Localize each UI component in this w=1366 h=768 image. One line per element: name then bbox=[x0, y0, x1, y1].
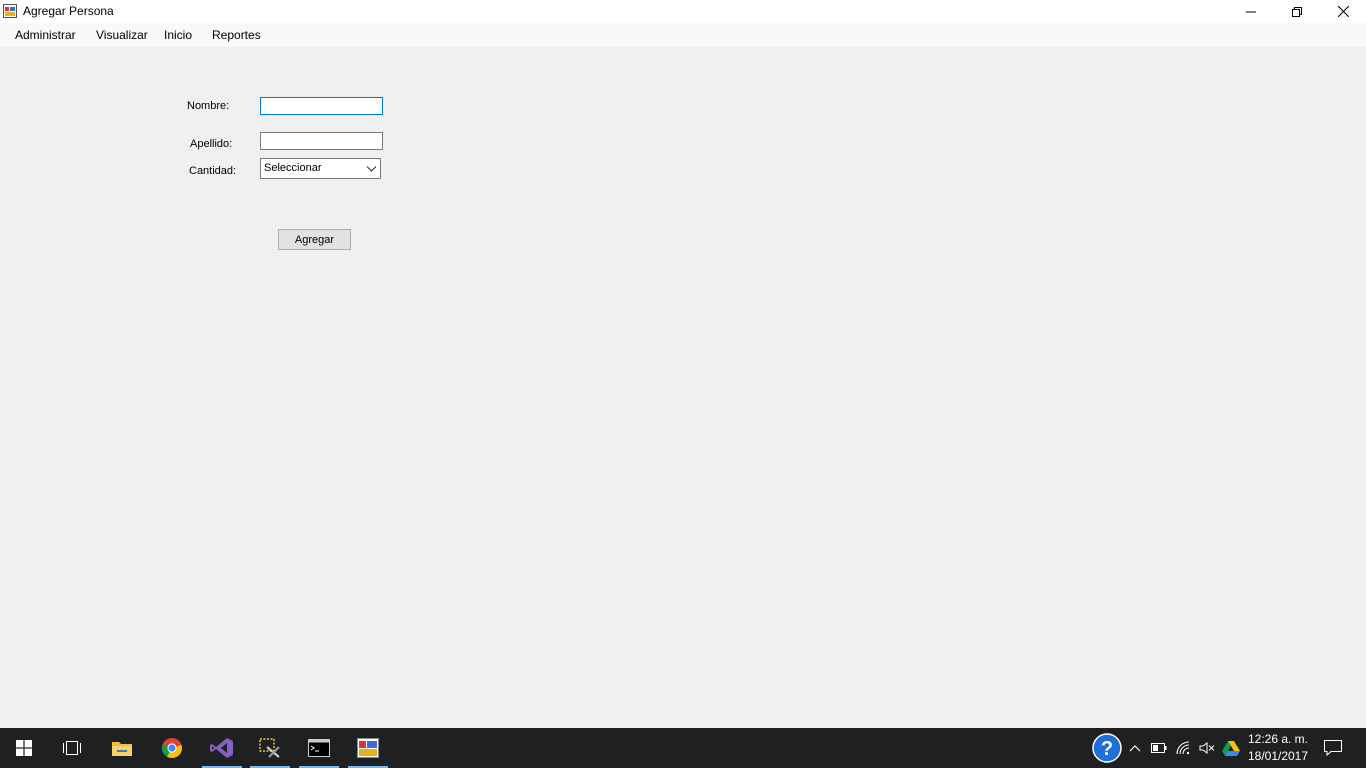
nombre-input[interactable] bbox=[260, 97, 383, 115]
windows-start-icon bbox=[16, 740, 32, 756]
taskbar-tools-app[interactable] bbox=[246, 728, 294, 768]
minimize-icon bbox=[1246, 11, 1256, 12]
tray-help[interactable]: ? bbox=[1090, 728, 1124, 768]
title-bar: Agregar Persona bbox=[0, 0, 1366, 23]
tray-battery[interactable] bbox=[1148, 728, 1170, 768]
form-client-area: Nombre: Apellido: Cantidad: Seleccionar … bbox=[0, 47, 1366, 728]
taskbar-file-explorer[interactable] bbox=[98, 728, 146, 768]
minimize-button[interactable] bbox=[1228, 0, 1274, 23]
agregar-button[interactable]: Agregar bbox=[278, 229, 351, 250]
tray-show-hidden[interactable] bbox=[1126, 728, 1144, 768]
help-icon: ? bbox=[1092, 733, 1122, 763]
cantidad-select[interactable]: Seleccionar bbox=[260, 158, 381, 179]
chrome-icon bbox=[161, 738, 182, 759]
tray-action-center[interactable] bbox=[1318, 728, 1348, 768]
cantidad-label: Cantidad: bbox=[189, 165, 237, 177]
volume-muted-icon bbox=[1199, 742, 1215, 754]
file-explorer-icon bbox=[112, 742, 132, 756]
form-app-icon bbox=[357, 738, 379, 758]
close-button[interactable] bbox=[1320, 0, 1366, 23]
restore-button[interactable] bbox=[1274, 0, 1320, 23]
apellido-label: Apellido: bbox=[190, 138, 233, 150]
wifi-icon bbox=[1176, 741, 1190, 755]
menu-item-inicio[interactable]: Inicio bbox=[164, 28, 192, 42]
clock-date: 18/01/2017 bbox=[1247, 749, 1309, 763]
taskbar-visual-studio[interactable] bbox=[198, 728, 246, 768]
taskbar-form-app[interactable] bbox=[344, 728, 392, 768]
menu-bar: Administrar Visualizar Inicio Reportes bbox=[0, 23, 1366, 47]
menu-item-administrar[interactable]: Administrar bbox=[15, 28, 76, 42]
start-button[interactable] bbox=[0, 728, 48, 768]
tray-wifi[interactable] bbox=[1173, 728, 1195, 768]
menu-item-reportes[interactable]: Reportes bbox=[212, 28, 261, 42]
cantidad-selected-value: Seleccionar bbox=[264, 162, 322, 174]
tools-app-icon bbox=[259, 738, 280, 758]
menu-item-visualizar[interactable]: Visualizar bbox=[96, 28, 148, 42]
notification-icon bbox=[1324, 740, 1342, 756]
battery-icon bbox=[1151, 743, 1167, 753]
google-drive-icon bbox=[1222, 741, 1240, 756]
visual-studio-icon bbox=[210, 738, 233, 758]
taskbar-command-prompt[interactable] bbox=[295, 728, 343, 768]
tray-google-drive[interactable] bbox=[1220, 728, 1242, 768]
command-prompt-icon bbox=[308, 739, 330, 757]
clock-time: 12:26 a. m. bbox=[1247, 732, 1309, 746]
app-window-icon bbox=[3, 4, 17, 18]
window-title: Agregar Persona bbox=[23, 4, 114, 18]
svg-text:?: ? bbox=[1101, 738, 1113, 760]
chevron-down-icon bbox=[366, 166, 377, 172]
chevron-up-icon bbox=[1129, 745, 1141, 752]
tray-volume[interactable] bbox=[1196, 728, 1218, 768]
task-view-icon bbox=[63, 741, 81, 755]
close-icon bbox=[1337, 6, 1349, 17]
task-view-button[interactable] bbox=[48, 728, 96, 768]
nombre-label: Nombre: bbox=[187, 100, 230, 112]
restore-icon bbox=[1292, 6, 1302, 17]
taskbar-clock[interactable]: 12:26 a. m. 18/01/2017 bbox=[1244, 731, 1312, 765]
apellido-input[interactable] bbox=[260, 132, 383, 150]
taskbar-chrome[interactable] bbox=[148, 728, 196, 768]
taskbar: ? 12:26 a. m. 18/01/2017 bbox=[0, 728, 1366, 768]
